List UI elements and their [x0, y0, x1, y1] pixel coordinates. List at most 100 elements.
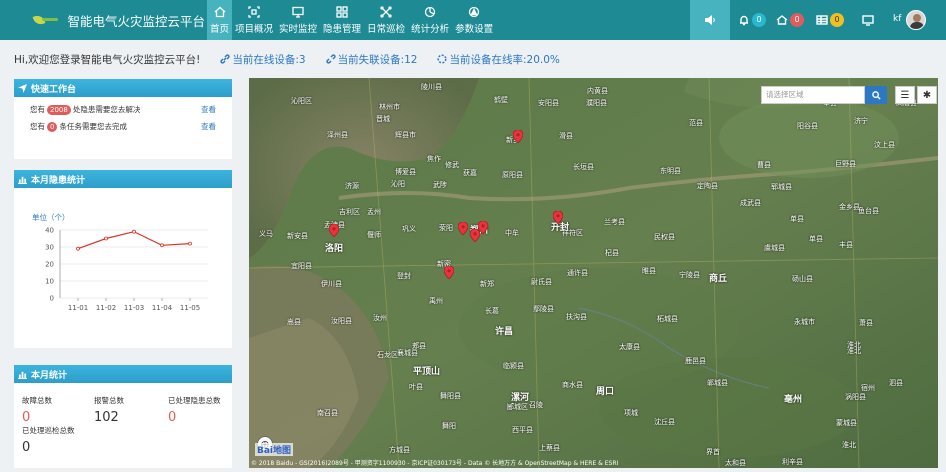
satellite-map[interactable]: 陵川县沁阳区安阳县濮阳县内黄县林州市鹤壁泰安市莘县高唐县泽州县辉县市新乡晋城滑县… [249, 78, 938, 468]
user-name[interactable]: kf [893, 14, 901, 24]
home-icon [213, 5, 227, 18]
status-bar: Hi,欢迎您登录智能电气火灾监控云平台! 当前在线设备:3 当前失联设备:12 … [0, 40, 946, 78]
hazard-task-row: 您有 2008 处隐患需要您去解决 查看 [30, 104, 216, 115]
bar-chart-icon [18, 176, 27, 184]
nav-label: 首页 [210, 24, 230, 35]
settings-icon [467, 5, 481, 18]
table-icon [816, 15, 828, 25]
nav-settings[interactable]: 参数设置 [452, 0, 496, 40]
handled-patrol-total: 已处理巡检总数 0 [22, 426, 75, 455]
x-tick-label: 11-02 [96, 304, 116, 312]
nav-stats[interactable]: 统计分析 [408, 0, 452, 40]
nav-home[interactable]: 首页 [207, 0, 233, 40]
project-icon [247, 5, 261, 18]
bell-icon [740, 15, 748, 26]
x-tick-label: 11-05 [180, 304, 200, 312]
asterisk-icon: ✱ [922, 89, 932, 101]
nav-label: 统计分析 [411, 24, 450, 35]
data-point[interactable] [104, 236, 108, 241]
sound-toggle-button[interactable] [690, 0, 730, 40]
map-pin-icon[interactable] [443, 264, 455, 280]
link-icon [220, 54, 230, 64]
spinner-icon [437, 54, 448, 64]
region-search-input[interactable]: 请选择区域 [761, 86, 865, 104]
month-summary-panel: 本月统计 故障总数 0 报警总数 102 已处理隐患总数 0 已处理巡检总数 0 [14, 365, 232, 468]
x-tick-label: 11-01 [68, 304, 88, 312]
region-search-button[interactable] [865, 86, 887, 104]
handled-hazard-total: 已处理隐患总数 0 [168, 396, 221, 425]
panel-header: 本月隐患统计 [14, 170, 232, 188]
app-logo-icon [28, 12, 61, 28]
fault-total: 故障总数 0 [22, 396, 52, 425]
site-button[interactable]: 0 [776, 12, 804, 28]
summary-grid: 故障总数 0 报警总数 102 已处理隐患总数 0 已处理巡检总数 0 [14, 383, 232, 472]
broken-link-icon [325, 54, 336, 64]
map-pin-icon[interactable] [552, 209, 564, 225]
x-tick-label: 11-03 [124, 304, 144, 312]
data-point[interactable] [132, 229, 136, 234]
offline-devices: 当前失联设备:12 [325, 52, 417, 67]
nav-label: 项目概况 [235, 24, 274, 35]
nav-patrol[interactable]: 日常巡检 [364, 0, 408, 40]
panel-header: 快速工作台 [14, 79, 232, 97]
hazard-count-badge: 2008 [47, 104, 71, 115]
display-icon [862, 15, 874, 26]
nav-monitor[interactable]: 实时监控 [276, 0, 320, 40]
online-rate: 当前设备在线率:20.0% [437, 52, 560, 67]
data-point[interactable] [160, 243, 164, 248]
data-point[interactable] [76, 246, 80, 251]
home-alert-icon [776, 15, 788, 25]
view-task-link[interactable]: 查看 [201, 121, 216, 132]
y-tick-label: 20 [45, 261, 54, 269]
table-badge: 0 [830, 13, 844, 27]
nav-label: 隐患管理 [323, 24, 362, 35]
online-devices: 当前在线设备:3 [220, 52, 306, 67]
quick-workbench-panel: 快速工作台 您有 2008 处隐患需要您去解决 查看 您有 0 条任务需要您去完… [14, 79, 232, 159]
nav-project[interactable]: 项目概况 [232, 0, 276, 40]
list-icon: ☰ [900, 89, 910, 101]
nav-label: 参数设置 [455, 24, 494, 35]
app-title: 智能电气火灾监控云平台 [67, 13, 205, 29]
screen-button[interactable] [862, 12, 874, 28]
task-row: 您有 0 条任务需要您去完成 查看 [30, 121, 216, 132]
nav-label: 实时监控 [279, 24, 318, 35]
task-count-badge: 0 [47, 121, 58, 132]
y-tick-label: 40 [45, 227, 54, 235]
hazard-stats-panel: 本月隐患统计 单位（个） 0 10 20 30 40 11-01 11-02 11-03 11-… [14, 170, 232, 348]
calendar-icon [379, 5, 393, 18]
bar-chart-icon [18, 371, 27, 379]
baidu-map-logo: Bai地图 [255, 443, 294, 456]
nav-label: 日常巡检 [367, 24, 406, 35]
search-icon [871, 90, 881, 100]
monitor-icon [291, 5, 305, 18]
volume-icon [705, 15, 715, 25]
table-button[interactable]: 0 [816, 12, 844, 28]
avatar[interactable] [906, 10, 926, 30]
brand: 智能电气火灾监控云平台 [0, 0, 205, 40]
panel-header: 本月统计 [14, 365, 232, 383]
top-navigation-bar: 智能电气火灾监控云平台 首页 项目概况 实时监控 隐患管理 日常巡检 统计分析 [0, 0, 946, 40]
map-pin-icon[interactable] [512, 128, 524, 144]
alarm-total: 报警总数 102 [94, 396, 124, 425]
map-pin-icon[interactable] [457, 220, 469, 236]
map-pin-icon[interactable] [469, 227, 481, 243]
y-tick-label: 30 [45, 244, 54, 252]
send-icon [18, 83, 27, 93]
alarm-bell-button[interactable]: 0 [738, 12, 766, 28]
bell-badge: 0 [752, 13, 766, 27]
map-list-button[interactable]: ☰ [895, 86, 915, 104]
hazard-line-chart: 0 10 20 30 40 11-01 11-02 11-03 11-04 11-05 [45, 227, 208, 312]
data-point[interactable] [188, 241, 192, 246]
series-line [77, 231, 191, 250]
x-tick-label: 11-04 [152, 304, 173, 312]
map-terrain [249, 78, 938, 468]
main-nav: 首页 项目概况 实时监控 隐患管理 日常巡检 统计分析 参数设置 [207, 0, 496, 40]
map-layers-button[interactable]: ✱ [917, 86, 937, 104]
welcome-text: Hi,欢迎您登录智能电气火灾监控云平台! [14, 53, 201, 66]
y-tick-label: 0 [50, 295, 54, 303]
map-pin-icon[interactable] [328, 222, 340, 238]
y-tick-label: 10 [45, 278, 54, 286]
pie-chart-icon [423, 5, 437, 18]
view-hazard-link[interactable]: 查看 [201, 104, 216, 115]
nav-hazard[interactable]: 隐患管理 [320, 0, 364, 40]
